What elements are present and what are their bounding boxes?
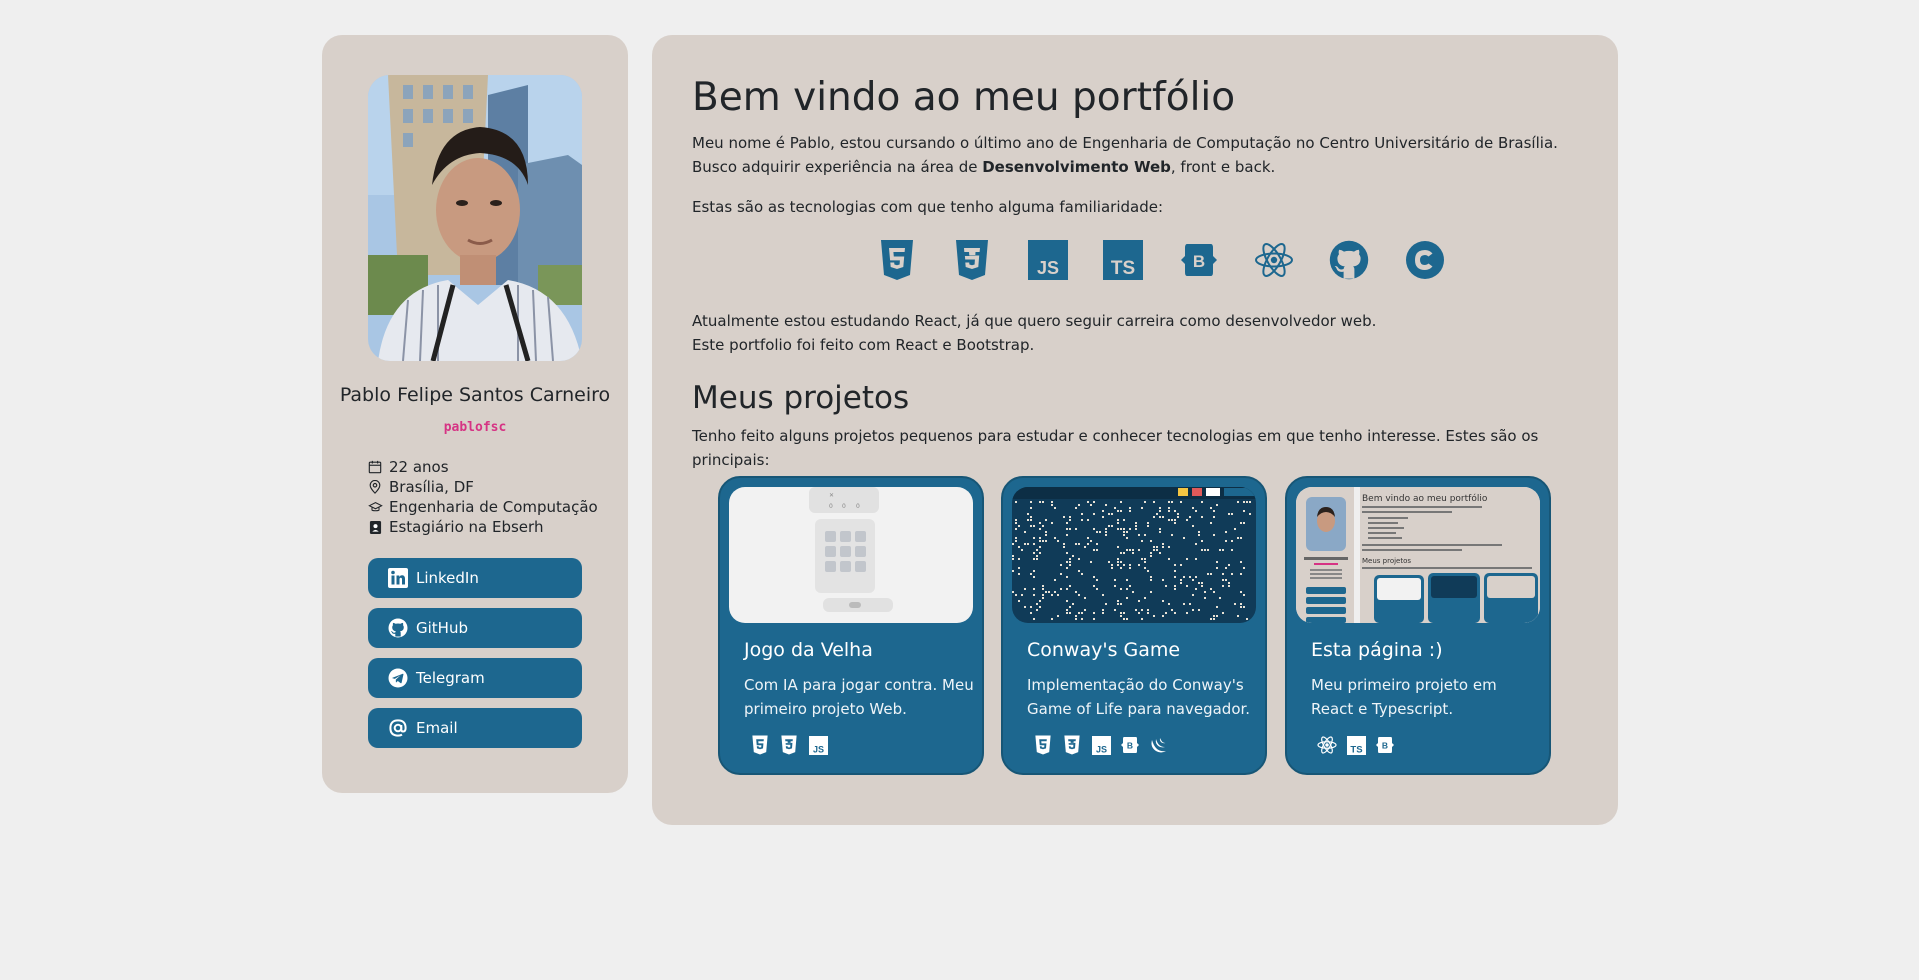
- intro-paragraph: Meu nome é Pablo, estou cursando o últim…: [692, 134, 1558, 176]
- telegram-icon: [388, 668, 408, 688]
- svg-text:B: B: [1382, 741, 1388, 751]
- react-icon: [1317, 735, 1337, 755]
- telegram-button[interactable]: Telegram: [368, 658, 582, 698]
- tech-intro: Estas são as tecnologias com que tenho a…: [692, 198, 1164, 216]
- svg-text:JS: JS: [812, 744, 823, 754]
- linkedin-icon: [388, 568, 408, 588]
- svg-text:✕: ✕: [829, 492, 834, 499]
- c-language-icon: [1405, 238, 1445, 282]
- badge-icon: [367, 519, 383, 535]
- calendar-icon: [367, 459, 383, 475]
- project-card-conways-game[interactable]: Conway's Game Implementação do Conway's …: [1001, 476, 1267, 775]
- bootstrap-icon: B: [1120, 735, 1140, 755]
- project-title: Jogo da Velha: [744, 639, 873, 661]
- svg-text:TS: TS: [1350, 744, 1362, 754]
- project-tags: JS: [750, 735, 837, 755]
- svg-text:0: 0: [842, 503, 846, 510]
- html5-icon: [1033, 735, 1053, 755]
- profile-sidebar: Pablo Felipe Santos Carneiro pablofsc 22…: [322, 35, 628, 793]
- svg-text:B: B: [1127, 741, 1133, 751]
- info-location: Brasília, DF: [367, 477, 598, 497]
- project-thumbnail: Bem vindo ao meu portfólio Meus projetos: [1296, 487, 1540, 623]
- project-description: Meu primeiro projeto em React e Typescri…: [1311, 676, 1497, 718]
- project-card-esta-pagina[interactable]: Bem vindo ao meu portfólio Meus projetos…: [1285, 476, 1551, 775]
- avatar: [368, 75, 582, 361]
- svg-text:0: 0: [856, 503, 860, 510]
- tech-icons-row: JS TS B: [877, 238, 1480, 282]
- html5-icon: [750, 735, 770, 755]
- linkedin-button[interactable]: LinkedIn: [368, 558, 582, 598]
- react-icon: [1254, 238, 1294, 282]
- graduation-cap-icon: [367, 499, 383, 515]
- project-card-jogo-da-velha[interactable]: ✕ 0 0 0 Jogo da Velha Com IA para jogar …: [718, 476, 984, 775]
- svg-text:0: 0: [829, 503, 833, 510]
- project-tags: JS B: [1033, 735, 1178, 755]
- css3-icon: [952, 238, 992, 282]
- typescript-icon: TS: [1103, 238, 1144, 282]
- svg-text:JS: JS: [1037, 258, 1059, 278]
- project-tags: TS B: [1317, 735, 1404, 755]
- svg-text:Bem vindo ao meu portfólio: Bem vindo ao meu portfólio: [1362, 493, 1488, 504]
- profile-handle: pablofsc: [443, 420, 507, 435]
- javascript-icon: JS: [1091, 735, 1111, 755]
- jquery-icon: [1149, 735, 1169, 755]
- javascript-icon: JS: [808, 735, 828, 755]
- projects-intro: Tenho feito alguns projetos pequenos par…: [692, 427, 1539, 469]
- project-thumbnail: ✕ 0 0 0: [729, 487, 973, 623]
- css3-icon: [1062, 735, 1082, 755]
- projects-title: Meus projetos: [692, 380, 910, 416]
- svg-text:JS: JS: [1095, 744, 1106, 754]
- css3-icon: [779, 735, 799, 755]
- svg-text:TS: TS: [1111, 258, 1135, 279]
- project-description: Com IA para jogar contra. Meu primeiro p…: [744, 676, 974, 718]
- project-title: Conway's Game: [1027, 639, 1181, 661]
- main-panel: Bem vindo ao meu portfólio Meu nome é Pa…: [652, 35, 1618, 825]
- profile-name: Pablo Felipe Santos Carneiro: [339, 384, 611, 406]
- javascript-icon: JS: [1027, 238, 1068, 282]
- svg-text:Meus projetos: Meus projetos: [1362, 557, 1411, 565]
- info-job: Estagiário na Ebserh: [367, 517, 598, 537]
- page-title: Bem vindo ao meu portfólio: [692, 75, 1236, 120]
- info-age: 22 anos: [367, 457, 598, 477]
- github-button[interactable]: GitHub: [368, 608, 582, 648]
- github-icon: [1329, 238, 1369, 282]
- profile-info-list: 22 anos Brasília, DF Engenharia de Compu…: [367, 457, 598, 537]
- project-thumbnail: [1012, 487, 1256, 623]
- bootstrap-icon: B: [1375, 735, 1395, 755]
- svg-text:B: B: [1192, 252, 1204, 271]
- project-description: Implementação do Conway's Game of Life p…: [1027, 676, 1251, 718]
- info-course: Engenharia de Computação: [367, 497, 598, 517]
- email-button[interactable]: Email: [368, 708, 582, 748]
- typescript-icon: TS: [1346, 735, 1366, 755]
- at-icon: [388, 718, 408, 738]
- current-study-paragraph: Atualmente estou estudando React, já que…: [692, 312, 1377, 354]
- project-title: Esta página :): [1311, 639, 1443, 661]
- bootstrap-icon: B: [1179, 238, 1219, 282]
- html5-icon: [877, 238, 917, 282]
- location-pin-icon: [367, 479, 383, 495]
- github-icon: [388, 618, 408, 638]
